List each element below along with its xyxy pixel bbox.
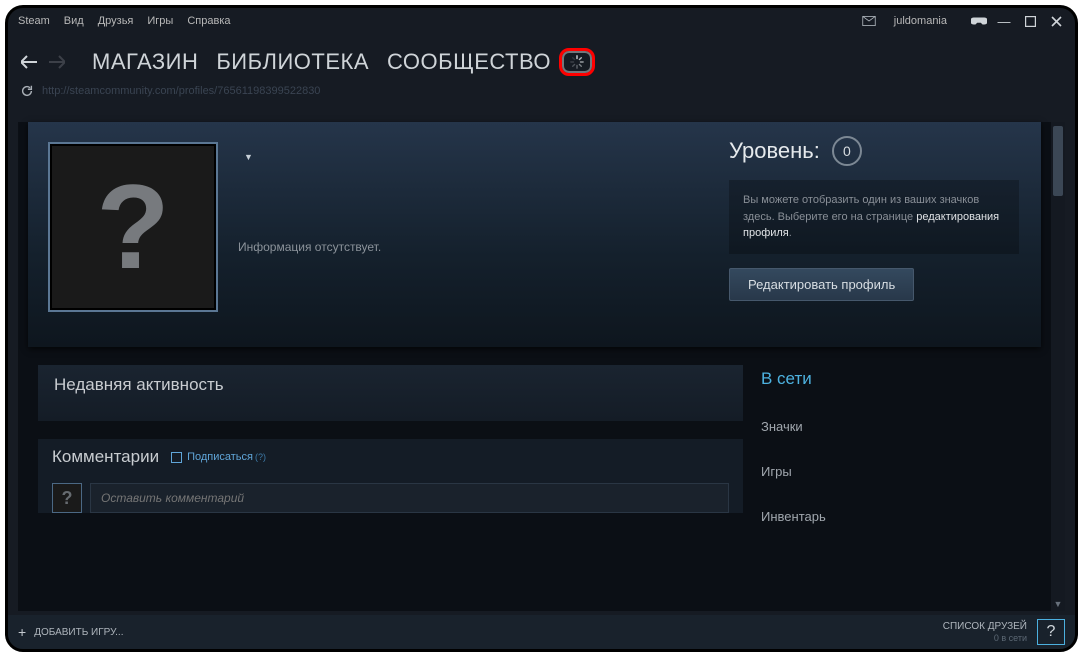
recent-activity-panel: Недавняя активность (38, 365, 743, 421)
url-text: http://steamcommunity.com/profiles/76561… (42, 85, 320, 97)
sidebar-games-link[interactable]: Игры (761, 464, 1041, 479)
vertical-scrollbar[interactable]: ▲ ▼ (1051, 122, 1065, 611)
window-close[interactable] (1047, 12, 1065, 30)
checkbox-icon (171, 452, 182, 463)
menu-games[interactable]: Игры (147, 15, 173, 27)
sidebar-badges-link[interactable]: Значки (761, 419, 1041, 434)
friends-list-button[interactable]: СПИСОК ДРУЗЕЙ 0 в сети (943, 621, 1027, 644)
recent-activity-title: Недавняя активность (54, 375, 727, 395)
comment-input[interactable] (90, 483, 729, 513)
menu-steam[interactable]: Steam (18, 15, 50, 27)
mail-icon[interactable] (862, 16, 876, 26)
subscribe-toggle[interactable]: Подписаться (?) (171, 451, 266, 463)
chevron-down-icon: ▼ (244, 152, 253, 162)
menu-help[interactable]: Справка (187, 15, 230, 27)
help-superscript-icon[interactable]: (?) (255, 452, 266, 462)
badge-hint-text: Вы можете отобразить один из ваших значк… (729, 180, 1019, 254)
avatar-placeholder-icon: ? (96, 158, 169, 296)
window-maximize[interactable] (1021, 12, 1039, 30)
status-online: В сети (761, 369, 1041, 389)
level-value-badge: 0 (832, 136, 862, 166)
comments-title: Комментарии (52, 447, 159, 467)
profile-name-dropdown[interactable]: ▼ (238, 152, 253, 162)
plus-icon: + (18, 624, 26, 640)
nav-store[interactable]: МАГАЗИН (92, 49, 198, 75)
scroll-down-icon[interactable]: ▼ (1051, 597, 1065, 611)
avatar-frame[interactable]: ? (48, 142, 218, 312)
level-label: Уровень: 0 (729, 136, 1019, 166)
menu-friends[interactable]: Друзья (98, 15, 134, 27)
scroll-thumb[interactable] (1053, 126, 1063, 196)
nav-back[interactable] (18, 51, 40, 73)
reload-icon[interactable] (20, 84, 34, 98)
profile-header: ? ▼ Информация отсутствует. Уровень: 0 В… (28, 122, 1041, 347)
commenter-avatar: ? (52, 483, 82, 513)
nav-library[interactable]: БИБЛИОТЕКА (216, 49, 369, 75)
edit-profile-button[interactable]: Редактировать профиль (729, 268, 914, 301)
friends-online-count: 0 в сети (943, 633, 1027, 644)
add-game-button[interactable]: ДОБАВИТЬ ИГРУ... (34, 627, 123, 638)
nav-community[interactable]: СООБЩЕСТВО (387, 49, 551, 75)
help-button[interactable]: ? (1037, 619, 1065, 645)
comments-panel: Комментарии Подписаться (?) ? (38, 439, 743, 513)
gamepad-icon[interactable] (971, 15, 987, 27)
sidebar-inventory-link[interactable]: Инвентарь (761, 509, 1041, 524)
loading-spinner-icon (570, 55, 584, 69)
profile-no-info: Информация отсутствует. (238, 240, 381, 254)
account-username[interactable]: juldomania (894, 15, 947, 27)
window-minimize[interactable]: — (995, 12, 1013, 30)
menu-view[interactable]: Вид (64, 15, 84, 27)
nav-forward[interactable] (46, 51, 68, 73)
nav-profile-highlighted[interactable] (559, 48, 595, 76)
